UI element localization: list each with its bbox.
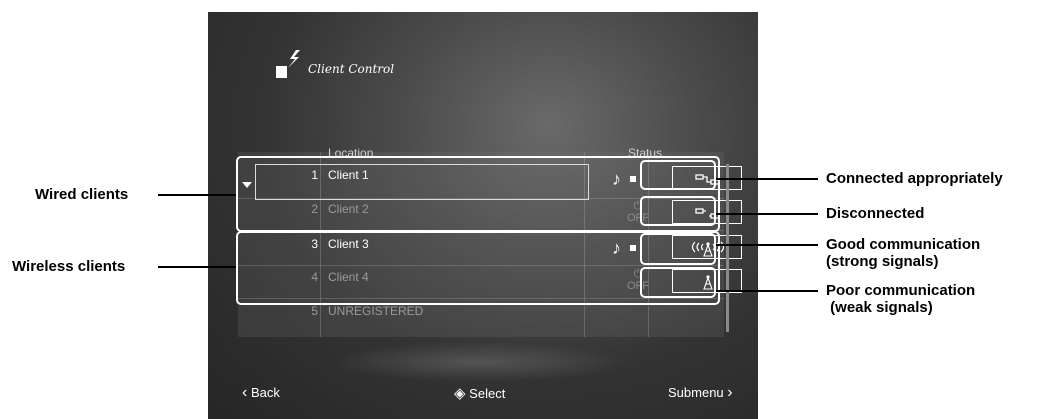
connected-label: Connected appropriately: [826, 170, 1003, 187]
connected-leader-line: [716, 178, 818, 180]
good-communication-title: Good communication: [826, 236, 981, 253]
poor-communication-title: Poor communication: [826, 282, 976, 299]
poor-communication-label: Poor communication (weak signals): [826, 282, 975, 316]
select-button[interactable]: ◈ Select: [454, 384, 505, 402]
screen-title: Client Control: [308, 62, 395, 76]
back-label: Back: [250, 385, 280, 400]
poor-communication-detail: (weak signals): [826, 299, 933, 316]
chevron-right-icon: ›: [727, 384, 733, 401]
select-dpad-icon: ◈: [454, 385, 466, 402]
wired-clients-leader-line: [158, 194, 236, 196]
wired-clients-label: Wired clients: [35, 186, 129, 203]
poor-communication-leader-line: [716, 290, 818, 292]
client-number: 5: [311, 304, 318, 318]
status-box-outline: [640, 196, 716, 226]
status-box-outline: [640, 267, 716, 298]
client-name: UNREGISTERED: [328, 304, 424, 318]
good-communication-leader-line: [716, 244, 818, 246]
status-box-outline: [640, 160, 716, 190]
status-box-outline: [640, 233, 716, 265]
client-control-screen: Client Control Location Status 1 Client …: [208, 12, 758, 419]
select-label: Select: [469, 386, 506, 401]
disconnected-leader-line: [716, 213, 818, 215]
wireless-clients-leader-line: [158, 266, 236, 268]
back-button[interactable]: ‹ Back: [242, 384, 280, 402]
submenu-label: Submenu: [668, 385, 724, 400]
good-communication-label: Good communication (strong signals): [826, 236, 980, 270]
disconnected-label: Disconnected: [826, 205, 925, 222]
chevron-left-icon: ‹: [242, 384, 248, 401]
good-communication-detail: (strong signals): [826, 253, 939, 270]
wireless-clients-label: Wireless clients: [12, 258, 126, 275]
client-control-logo-icon: [276, 50, 300, 78]
scrollbar[interactable]: [726, 164, 729, 332]
submenu-button[interactable]: Submenu ›: [668, 384, 733, 402]
